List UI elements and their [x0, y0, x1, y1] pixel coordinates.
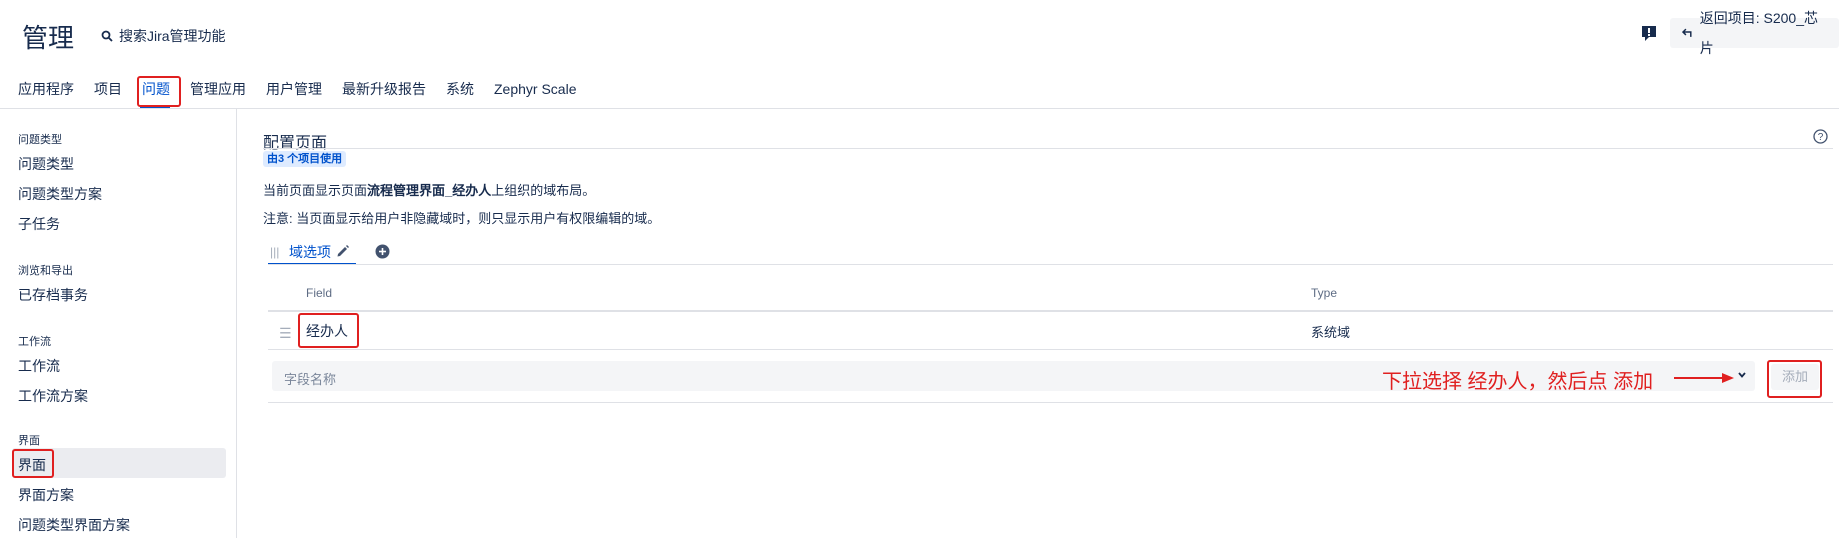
- search-icon: [101, 30, 113, 42]
- help-icon[interactable]: ?: [1813, 129, 1828, 144]
- annotation-arrow-icon: [1674, 373, 1734, 383]
- table-row-type: 系统域: [1311, 325, 1351, 340]
- nav-system[interactable]: 系统: [446, 80, 474, 98]
- sidebar-heading-issue-types: 问题类型: [18, 134, 62, 146]
- pencil-icon[interactable]: [336, 244, 350, 258]
- sidebar: 问题类型 问题类型 问题类型方案 子任务 浏览和导出 已存档事务 工作流 工作流…: [0, 108, 237, 538]
- screen-name: 流程管理界面_经办人: [367, 183, 492, 198]
- nav-upgrade-report[interactable]: 最新升级报告: [342, 80, 426, 98]
- sidebar-item-workflow-schemes[interactable]: 工作流方案: [18, 386, 88, 406]
- nav-zephyr-scale[interactable]: Zephyr Scale: [494, 80, 576, 98]
- highlight-box-assignee: [298, 313, 359, 348]
- annotation-text: 下拉选择 经办人，然后点 添加: [1382, 371, 1654, 393]
- back-button-label: 返回项目: S200_芯片: [1699, 10, 1818, 56]
- back-arrow-icon: [1682, 28, 1692, 37]
- column-header-field: Field: [306, 286, 333, 300]
- desc-prefix: 当前页面显示页面: [263, 183, 368, 198]
- row-drag-handle-icon[interactable]: ☰: [279, 325, 292, 342]
- screen-note: 注意: 当页面显示给用户非隐藏域时，则只显示用户有权限编辑的域。: [263, 211, 661, 226]
- chevron-down-icon[interactable]: [1736, 369, 1748, 381]
- tab-drag-handle-icon[interactable]: |||: [270, 245, 279, 259]
- sidebar-item-screen-schemes[interactable]: 界面方案: [18, 485, 74, 505]
- admin-nav: 应用程序 项目 问题 管理应用 用户管理 最新升级报告 系统 Zephyr Sc…: [0, 76, 1839, 109]
- main-title: 配置页面: [263, 135, 328, 152]
- nav-apps[interactable]: 应用程序: [18, 80, 74, 98]
- add-tab-icon[interactable]: [375, 244, 390, 259]
- nav-user-management[interactable]: 用户管理: [266, 80, 322, 98]
- desc-suffix: 上组织的域布局。: [491, 183, 596, 198]
- nav-manage-apps[interactable]: 管理应用: [190, 80, 246, 98]
- nav-projects[interactable]: 项目: [94, 80, 122, 98]
- svg-text:?: ?: [1818, 132, 1824, 143]
- sidebar-heading-workflows: 工作流: [18, 336, 51, 348]
- sidebar-heading-screens: 界面: [18, 435, 40, 447]
- sidebar-heading-browse-export: 浏览和导出: [18, 265, 73, 277]
- tab-divider: [268, 264, 1833, 265]
- admin-search[interactable]: 搜索Jira管理功能: [101, 26, 226, 46]
- highlight-box-nav-issues: [137, 76, 181, 107]
- field-name-placeholder: 字段名称: [284, 372, 337, 387]
- page-title: 管理: [22, 23, 75, 53]
- back-to-project-button[interactable]: 返回项目: S200_芯片: [1670, 10, 1839, 56]
- highlight-box-add-button: [1767, 360, 1822, 398]
- highlight-box-screens: [12, 449, 54, 478]
- sidebar-item-issue-types[interactable]: 问题类型: [18, 154, 74, 174]
- search-label: 搜索Jira管理功能: [119, 28, 226, 44]
- table-header-divider: [268, 310, 1833, 312]
- title-divider: [263, 148, 1833, 149]
- sidebar-item-workflows[interactable]: 工作流: [18, 356, 60, 376]
- sidebar-item-subtasks[interactable]: 子任务: [18, 214, 60, 234]
- sidebar-item-issue-type-schemes[interactable]: 问题类型方案: [18, 184, 102, 204]
- sidebar-item-archived[interactable]: 已存档事务: [18, 285, 88, 305]
- usage-badge[interactable]: 由3 个项目使用: [263, 151, 347, 167]
- feedback-icon[interactable]: [1640, 24, 1658, 42]
- screen-description: 当前页面显示页面流程管理界面_经办人上组织的域布局。: [263, 180, 595, 199]
- column-header-type: Type: [1311, 286, 1338, 300]
- sidebar-item-issue-type-screen-schemes[interactable]: 问题类型界面方案: [18, 515, 130, 535]
- tab-field-options[interactable]: 域选项: [289, 242, 331, 262]
